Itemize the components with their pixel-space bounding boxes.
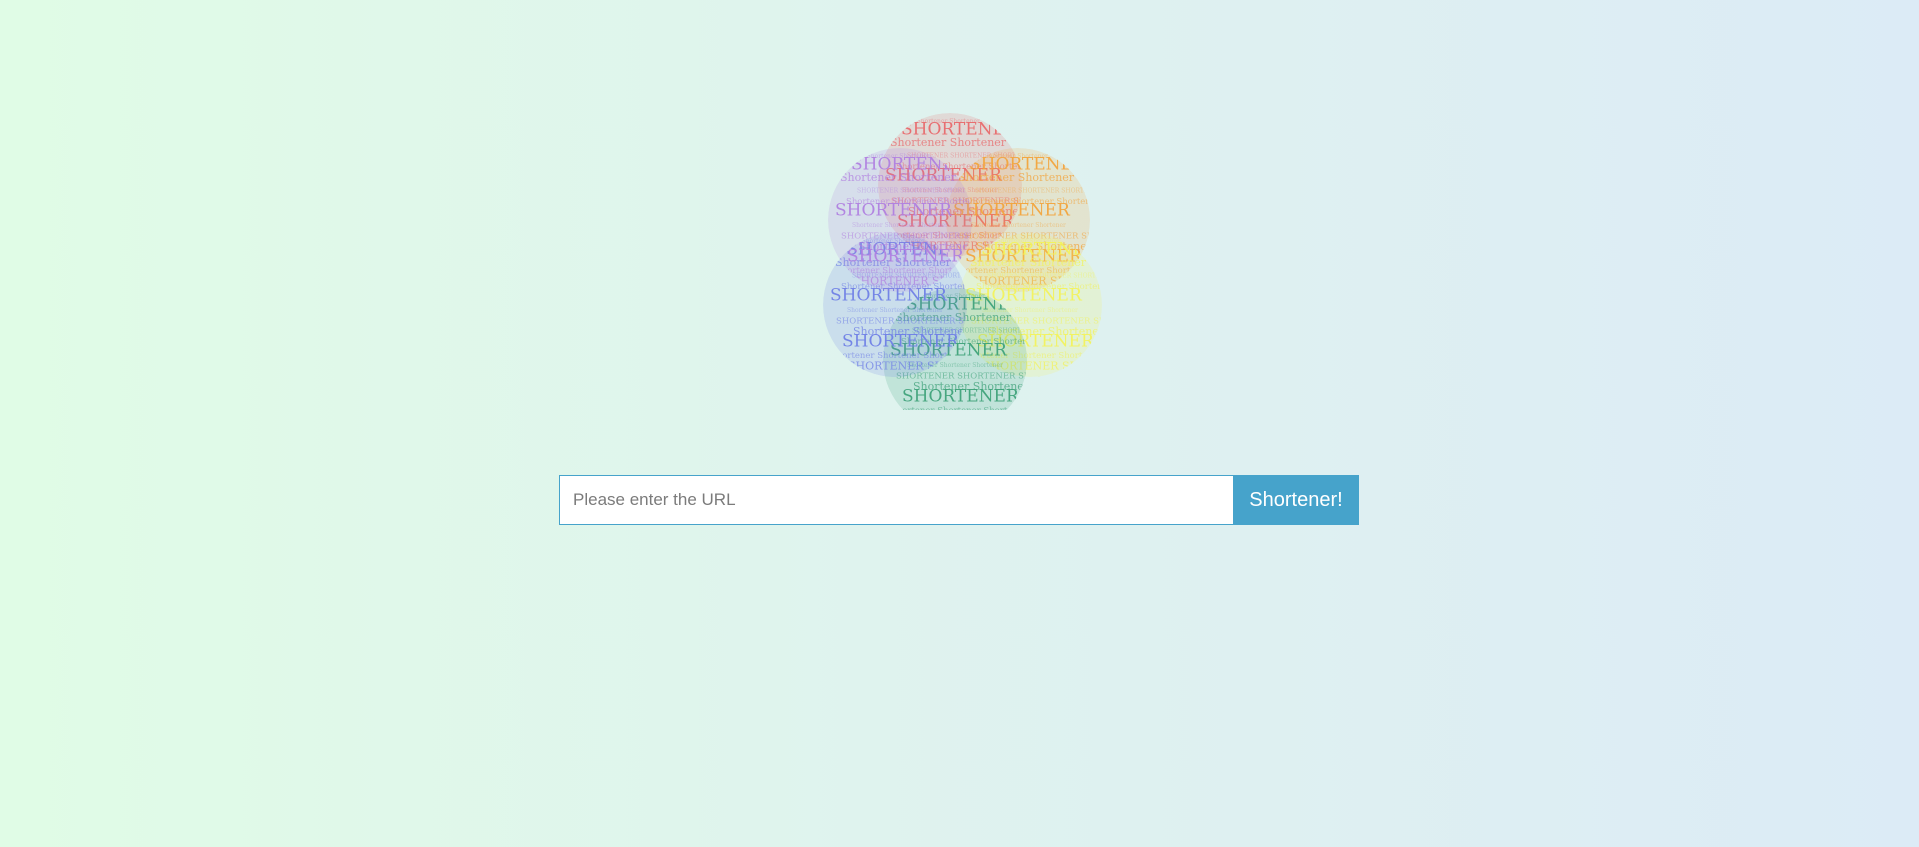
url-input[interactable]	[559, 475, 1233, 525]
logo-word: Shortener Shortener Shortener	[890, 136, 1067, 149]
shorten-button[interactable]: Shortener!	[1233, 475, 1359, 525]
logo-word: SHORTENER	[842, 332, 960, 352]
logo-word: Shortener Shortener Shortener	[847, 307, 943, 314]
logo-word: SHORTENER	[902, 387, 1020, 407]
logo-word: SHORTENER SHORTENER SHORTENER	[975, 188, 1103, 195]
logo-word: Shortener Shortener Shortener	[891, 406, 1028, 410]
logo-word: Shortener Shortener Shortener	[970, 256, 1105, 269]
word-cloud-logo-graphic: Shortener Shortener Shortener SHORTENER …	[823, 113, 1105, 410]
url-shortener-form: Shortener!	[559, 475, 1359, 525]
logo-word: SHORTENER	[847, 247, 965, 267]
logo-word: Shortener Shortener Shortener	[852, 222, 948, 229]
logo-word: Shortener Shortener Shortener	[958, 171, 1105, 184]
logo-word: SHORTENER	[835, 201, 953, 221]
logo-word: SHORTENER SHORTENER SHORTENER	[987, 273, 1105, 280]
logo-word: Shortener Shortener Shortener	[970, 222, 1066, 229]
word-cloud-logo: Shortener Shortener Shortener SHORTENER …	[815, 110, 1105, 410]
